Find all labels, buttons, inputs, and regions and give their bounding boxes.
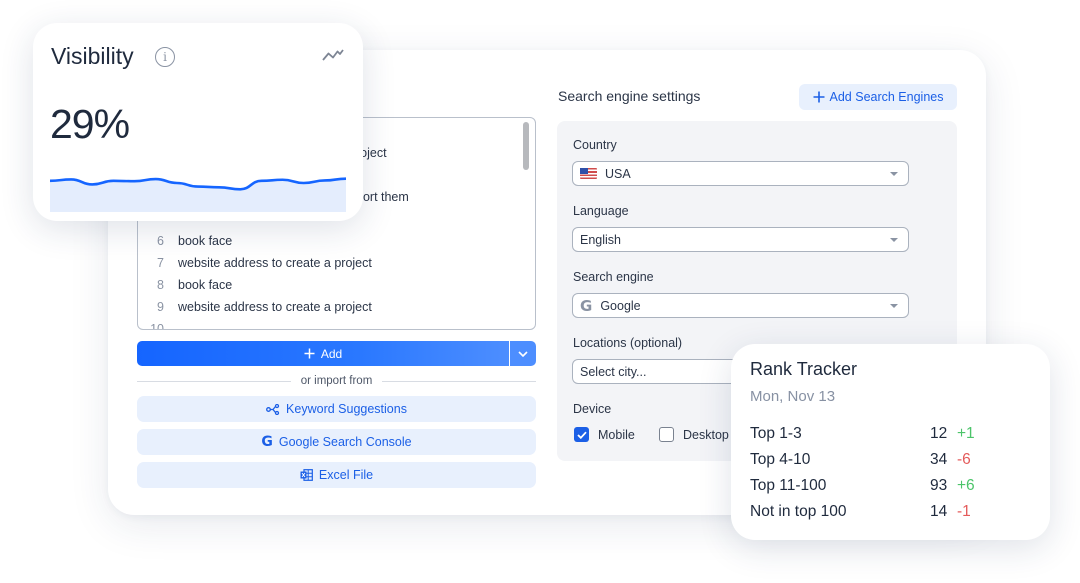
or-import-label: or import from	[300, 375, 373, 387]
rank-tracker-title: Rank Tracker	[750, 359, 858, 379]
rank-row: Top 11-100 93 +6	[750, 477, 1040, 499]
country-label: Country	[573, 138, 617, 152]
add-label: Add	[320, 346, 343, 361]
scrollbar[interactable]	[523, 122, 529, 170]
rank-label: Top 1-3	[750, 425, 802, 442]
add-search-engines-label: Add Search Engines	[829, 90, 944, 104]
add-dropdown-button[interactable]	[510, 341, 536, 366]
device-label: Device	[573, 402, 612, 416]
import-divider: or import from	[137, 373, 537, 389]
country-value: USA	[605, 166, 631, 181]
google-icon: G	[261, 434, 273, 450]
rank-delta: -1	[957, 503, 971, 520]
language-value: English	[580, 232, 621, 247]
caret-down-icon	[890, 171, 898, 176]
row-text: book face	[178, 234, 233, 248]
mobile-label: Mobile	[598, 428, 635, 442]
google-icon: G	[580, 296, 593, 315]
rank-value: 34	[930, 451, 948, 468]
list-item: 7 website address to create a project	[138, 252, 372, 274]
row-text: website address to create a project	[178, 256, 372, 270]
visibility-title: Visibility	[51, 43, 134, 69]
checkmark-icon	[576, 431, 587, 439]
excel-icon	[300, 469, 313, 481]
keyword-suggestions-label: Keyword Suggestions	[286, 402, 407, 416]
us-flag-icon	[580, 168, 597, 179]
search-engine-settings-title: Search engine settings	[558, 88, 701, 104]
add-button[interactable]: Add	[137, 341, 509, 366]
visibility-value: 29%	[50, 101, 130, 147]
search-engine-value: Google	[600, 298, 641, 313]
row-number: 10	[150, 322, 164, 330]
google-search-console-button[interactable]: G Google Search Console	[137, 429, 536, 455]
rank-label: Top 4-10	[750, 451, 811, 468]
language-select[interactable]: English	[572, 227, 909, 252]
caret-down-icon	[890, 237, 898, 242]
locations-placeholder: Select city...	[580, 364, 647, 379]
rank-row: Top 1-3 12 +1	[750, 425, 1040, 447]
excel-file-label: Excel File	[318, 468, 374, 482]
locations-label: Locations (optional)	[573, 336, 683, 350]
list-item: 10	[138, 318, 178, 330]
rank-tracker-date: Mon, Nov 13	[750, 388, 836, 405]
desktop-checkbox[interactable]	[659, 427, 674, 442]
rank-delta: +1	[957, 425, 975, 442]
mobile-checkbox[interactable]	[574, 427, 589, 442]
chevron-down-icon	[518, 350, 528, 357]
google-search-console-label: Google Search Console	[278, 435, 412, 449]
row-text: port them	[356, 190, 409, 204]
list-item: 9 website address to create a project	[138, 296, 372, 318]
rank-row: Top 4-10 34 -6	[750, 451, 1040, 473]
share-nodes-icon	[266, 403, 280, 415]
rank-value: 14	[930, 503, 948, 520]
search-engine-label: Search engine	[573, 270, 654, 284]
list-item: 6 book face	[138, 230, 232, 252]
country-select[interactable]: USA	[572, 161, 909, 186]
rank-value: 12	[930, 425, 948, 442]
row-text: book face	[178, 278, 233, 292]
desktop-label: Desktop	[683, 428, 729, 442]
rank-delta: -6	[957, 451, 971, 468]
info-icon[interactable]: i	[155, 47, 175, 67]
keyword-suggestions-button[interactable]: Keyword Suggestions	[137, 396, 536, 422]
row-number: 8	[157, 278, 164, 292]
rank-value: 93	[930, 477, 948, 494]
row-number: 9	[157, 300, 164, 314]
list-item: 8 book face	[138, 274, 232, 296]
rank-row: Not in top 100 14 -1	[750, 503, 1040, 525]
visibility-sparkline	[50, 177, 346, 212]
rank-delta: +6	[957, 477, 975, 494]
language-label: Language	[573, 204, 629, 218]
row-text: website address to create a project	[178, 300, 372, 314]
search-engine-select[interactable]: G Google	[572, 293, 909, 318]
trend-icon[interactable]	[322, 48, 344, 62]
rank-label: Top 11-100	[750, 477, 827, 494]
rank-label: Not in top 100	[750, 503, 847, 520]
row-number: 6	[157, 234, 164, 248]
caret-down-icon	[890, 303, 898, 308]
row-number: 7	[157, 256, 164, 270]
plus-icon	[304, 348, 315, 359]
add-search-engines-button[interactable]: Add Search Engines	[799, 84, 957, 110]
excel-file-button[interactable]: Excel File	[137, 462, 536, 488]
plus-icon	[813, 91, 825, 103]
